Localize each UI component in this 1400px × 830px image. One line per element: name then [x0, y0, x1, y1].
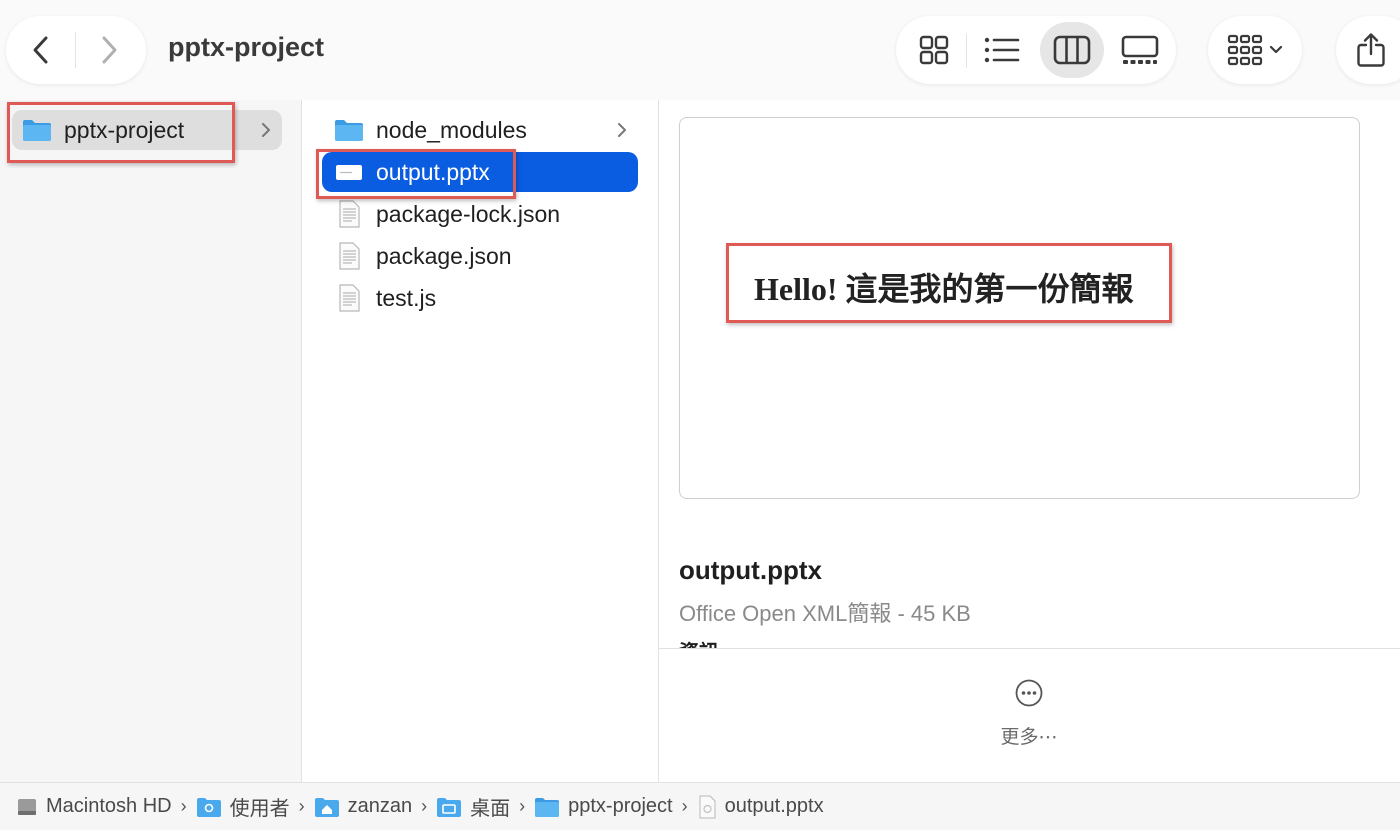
breadcrumb-home[interactable]: zanzan [314, 795, 413, 818]
chevron-right-icon [262, 123, 270, 137]
document-icon [339, 284, 360, 312]
ellipsis-circle-icon [1015, 679, 1043, 707]
more-label: 更多⋯ [1000, 727, 1058, 748]
file-name: output.pptx [679, 555, 822, 585]
breadcrumb-label: 桌面 [470, 798, 511, 820]
breadcrumb-label: zanzan [347, 795, 413, 817]
item-label: node_modules [376, 116, 527, 143]
window-title: pptx-project [168, 32, 325, 62]
file-kind: Office Open XML簡報 - 45 KB [679, 601, 971, 626]
item-label: package-lock.json [376, 200, 561, 227]
files-column: node_modules output.pptx package-lock.js… [302, 100, 659, 782]
folder-icon [23, 120, 51, 141]
column-view-button[interactable] [1040, 22, 1104, 78]
pptx-file-icon [336, 165, 362, 180]
breadcrumb-separator: › [519, 796, 526, 816]
parent-column: pptx-project [0, 100, 302, 782]
breadcrumb-separator: › [681, 796, 688, 816]
share-control [1336, 16, 1400, 84]
share-icon [1357, 33, 1385, 67]
breadcrumb-users[interactable]: 使用者 [196, 792, 290, 821]
breadcrumb-label: output.pptx [724, 795, 824, 817]
breadcrumb-separator: › [421, 796, 428, 816]
list-icon [984, 37, 1020, 63]
grid-icon [919, 35, 949, 65]
chevron-left-icon [33, 36, 48, 64]
chevron-right-icon [102, 36, 117, 64]
slide-preview[interactable]: Hello! 這是我的第一份簡報 [679, 117, 1360, 499]
document-icon [339, 200, 360, 228]
divider [966, 34, 967, 68]
list-item-node-modules[interactable]: node_modules [322, 110, 638, 150]
item-label: test.js [376, 284, 437, 311]
share-button[interactable] [1336, 16, 1400, 84]
slide-title-text: Hello! 這是我的第一份簡報 [754, 271, 1134, 307]
back-button[interactable] [8, 16, 74, 84]
info-heading: 資訊 [679, 636, 719, 648]
breadcrumb-separator: › [180, 796, 187, 816]
desktop-folder-icon [437, 797, 462, 817]
users-folder-icon [196, 797, 221, 817]
breadcrumb-macintosh-hd[interactable]: Macintosh HD [16, 795, 172, 818]
list-item-package-json[interactable]: package.json [322, 236, 638, 276]
hard-drive-icon [18, 798, 36, 815]
chevron-right-icon [618, 123, 626, 137]
divider [659, 648, 1400, 649]
breadcrumb-output-pptx[interactable]: output.pptx [697, 795, 824, 819]
document-icon [339, 242, 360, 270]
item-label: package.json [376, 242, 512, 269]
more-button[interactable]: 更多⋯ [979, 678, 1079, 758]
home-folder-icon [314, 797, 339, 817]
breadcrumb-desktop[interactable]: 桌面 [436, 792, 510, 821]
info-heading-clip: 資訊 [679, 636, 799, 648]
navigation-controls [6, 16, 146, 84]
group-icon [1227, 34, 1263, 66]
item-label: pptx-project [64, 116, 185, 143]
group-by-button[interactable] [1208, 16, 1302, 84]
forward-button[interactable] [76, 16, 142, 84]
pptx-file-icon [699, 795, 716, 818]
path-bar: Macintosh HD › 使用者 › zanzan › 桌面 › pptx-… [0, 782, 1400, 830]
gallery-view-button[interactable] [1108, 22, 1172, 78]
list-item-output-pptx[interactable]: output.pptx [322, 152, 638, 192]
view-switcher [896, 16, 1176, 84]
item-label: output.pptx [376, 158, 490, 185]
list-item-pptx-project[interactable]: pptx-project [12, 110, 282, 150]
toolbar: pptx-project [0, 0, 1400, 100]
preview-pane: Hello! 這是我的第一份簡報 output.pptx Office Open… [659, 100, 1400, 782]
gallery-icon [1121, 35, 1159, 64]
list-view-button[interactable] [970, 22, 1034, 78]
breadcrumb-pptx-project[interactable]: pptx-project [534, 795, 673, 818]
breadcrumb-separator: › [298, 796, 305, 816]
breadcrumb-label: Macintosh HD [46, 795, 172, 817]
list-item-package-lock-json[interactable]: package-lock.json [322, 194, 638, 234]
breadcrumb-label: pptx-project [568, 795, 673, 817]
folder-icon [335, 120, 363, 141]
columns-icon [1053, 35, 1091, 65]
breadcrumb-label: 使用者 [229, 798, 290, 820]
chevron-down-icon [1269, 45, 1283, 54]
list-item-test-js[interactable]: test.js [322, 278, 638, 318]
folder-icon [535, 797, 560, 817]
icon-view-button[interactable] [902, 22, 966, 78]
